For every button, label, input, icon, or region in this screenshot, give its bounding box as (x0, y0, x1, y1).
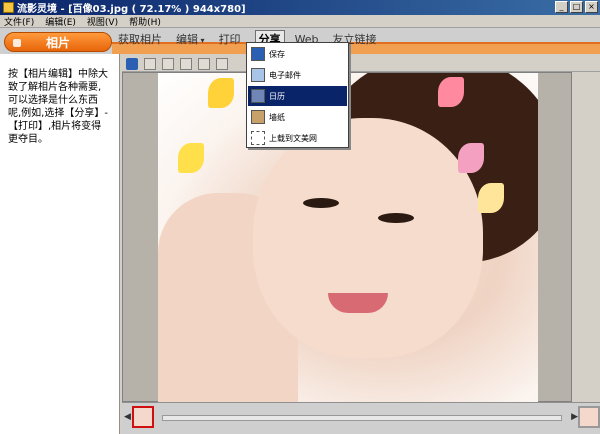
share-menu-label: 上载到文美网 (269, 133, 317, 143)
share-menu-save[interactable]: 保存 (248, 44, 347, 64)
help-description: 按【相片编辑】中除大致了解相片各种需要,可以选择是什么东西呢,例如,选择【分享】… (8, 69, 108, 145)
email-icon (251, 68, 265, 82)
album-tab[interactable]: 相片 (4, 32, 112, 52)
thumbnail-selected[interactable] (132, 406, 154, 428)
calendar-icon (251, 89, 265, 103)
window-controls: _ □ × (555, 1, 598, 13)
title-bar: 流影灵境 - [百像03.jpg ( 72.17% ) 944x780] _ □… (0, 0, 600, 15)
filmstrip: ◀ ▶ (122, 402, 600, 434)
chevron-left-icon[interactable]: ◀ (124, 412, 131, 422)
thumbnail[interactable] (578, 406, 600, 428)
left-panel: 按【相片编辑】中除大致了解相片各种需要,可以选择是什么东西呢,例如,选择【分享】… (0, 54, 120, 434)
album-icon (13, 39, 21, 47)
share-menu-label: 保存 (269, 49, 285, 59)
close-icon[interactable]: × (585, 1, 598, 13)
nav-edit-label: 编辑 (176, 33, 198, 46)
share-dropdown-menu: 保存 电子邮件 日历 墙纸 上载到文美网 (246, 42, 349, 148)
share-menu-email[interactable]: 电子邮件 (248, 65, 347, 85)
chevron-right-icon[interactable]: ▶ (571, 412, 578, 422)
crop-icon[interactable] (216, 57, 228, 70)
right-margin (572, 72, 600, 402)
nav-print[interactable]: 打印 (219, 31, 241, 47)
petal-decoration (178, 143, 204, 173)
folder-icon[interactable] (180, 57, 192, 70)
share-menu-calendar[interactable]: 日历 (248, 86, 347, 106)
menu-edit[interactable]: 编辑(E) (45, 15, 76, 28)
upload-icon (251, 131, 265, 145)
menu-view[interactable]: 视图(V) (87, 15, 118, 28)
nav-edit[interactable]: 编辑 ▾ (176, 31, 205, 47)
maximize-icon[interactable]: □ (570, 1, 583, 13)
photo-right-eye (378, 213, 414, 223)
filmstrip-track[interactable] (162, 415, 562, 421)
menu-help[interactable]: 帮助(H) (129, 15, 161, 28)
petal-decoration (458, 143, 484, 173)
zoom-icon[interactable] (198, 57, 210, 70)
minimize-icon[interactable]: _ (555, 1, 568, 13)
image-toolbar (122, 56, 600, 72)
wallpaper-icon (251, 110, 265, 124)
share-menu-label: 墙纸 (269, 112, 285, 122)
menu-file[interactable]: 文件(F) (4, 15, 34, 28)
save-icon[interactable] (126, 57, 138, 70)
photo-face (253, 118, 483, 358)
rotate-icon[interactable] (144, 57, 156, 70)
chevron-down-icon: ▾ (198, 36, 205, 45)
app-icon (3, 2, 14, 13)
petal-decoration (208, 78, 234, 108)
photo-left-eye (303, 198, 339, 208)
window-title: 流影灵境 - [百像03.jpg ( 72.17% ) 944x780] (17, 4, 246, 15)
floppy-icon (251, 47, 265, 61)
album-tab-label: 相片 (45, 35, 70, 50)
share-menu-upload[interactable]: 上载到文美网 (248, 128, 347, 148)
nav-get-photo[interactable]: 获取相片 (118, 31, 162, 47)
petal-decoration (438, 77, 464, 107)
share-menu-wallpaper[interactable]: 墙纸 (248, 107, 347, 127)
copy-icon[interactable] (162, 57, 174, 70)
share-menu-label: 日历 (269, 91, 285, 101)
share-menu-label: 电子邮件 (269, 70, 301, 80)
petal-decoration (478, 183, 504, 213)
menu-bar: 文件(F) 编辑(E) 视图(V) 帮助(H) (0, 15, 600, 28)
